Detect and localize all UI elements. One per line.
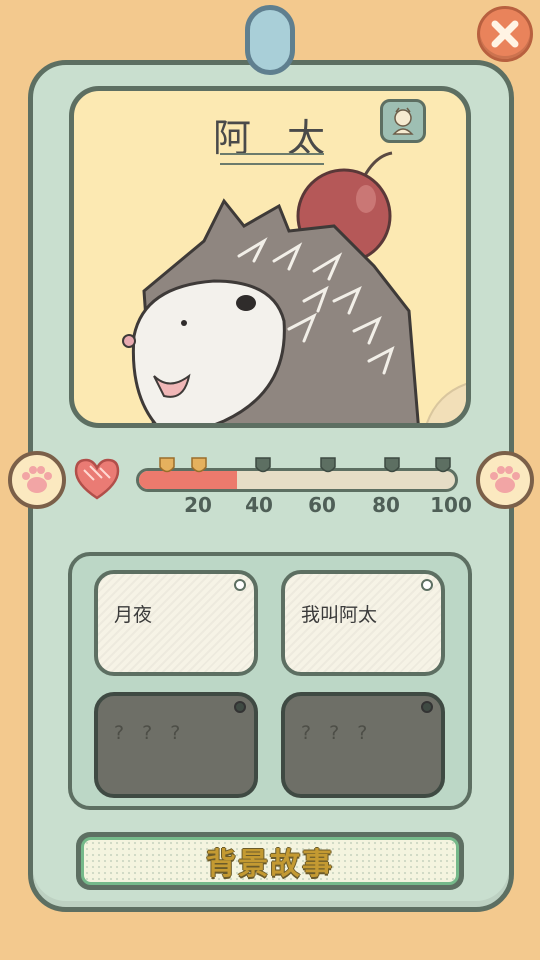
story-card-locked-3[interactable]: ? ? ? xyxy=(94,692,258,798)
close-x-icon xyxy=(491,20,519,48)
affection-tick-label: 100 xyxy=(430,493,472,517)
background-story-label: 背景故事 xyxy=(81,837,459,885)
paw-icon xyxy=(22,466,52,493)
milestone-marker-icon xyxy=(159,457,175,473)
story-card-label: 我叫阿太 xyxy=(301,604,378,626)
affection-tick-label: 80 xyxy=(372,493,400,517)
milestone-marker-icon xyxy=(320,457,336,473)
name-underline xyxy=(220,153,324,165)
story-card-label: 月夜 xyxy=(114,604,153,626)
story-card-label: ? ? ? xyxy=(114,722,187,744)
story-card-locked-4[interactable]: ? ? ? xyxy=(281,692,445,798)
card-clip xyxy=(245,5,295,75)
milestone-marker-icon xyxy=(435,457,451,473)
affection-tick-label: 20 xyxy=(184,493,212,517)
story-card-2[interactable]: 我叫阿太 xyxy=(281,570,445,676)
close-button[interactable] xyxy=(477,6,533,62)
story-card-1[interactable]: 月夜 xyxy=(94,570,258,676)
affection-tick-label: 60 xyxy=(308,493,336,517)
next-character-button[interactable] xyxy=(476,451,534,509)
milestone-marker-icon xyxy=(255,457,271,473)
story-card-label: ? ? ? xyxy=(301,722,374,744)
pin-icon xyxy=(234,579,246,591)
pin-icon xyxy=(421,579,433,591)
heart-icon xyxy=(74,458,120,500)
background-story-button[interactable]: 背景故事 xyxy=(76,832,464,890)
affection-tick-label: 40 xyxy=(245,493,273,517)
character-avatar-icon xyxy=(392,107,414,135)
pin-icon xyxy=(421,701,433,713)
paw-icon xyxy=(490,466,520,493)
affection-bar xyxy=(136,468,458,492)
milestone-marker-icon xyxy=(191,457,207,473)
character-portrait: 阿 太 xyxy=(69,86,471,428)
milestone-marker-icon xyxy=(384,457,400,473)
character-profile-button[interactable] xyxy=(380,99,426,143)
pin-icon xyxy=(234,701,246,713)
affection-bar-fill xyxy=(139,471,237,489)
prev-character-button[interactable] xyxy=(8,451,66,509)
